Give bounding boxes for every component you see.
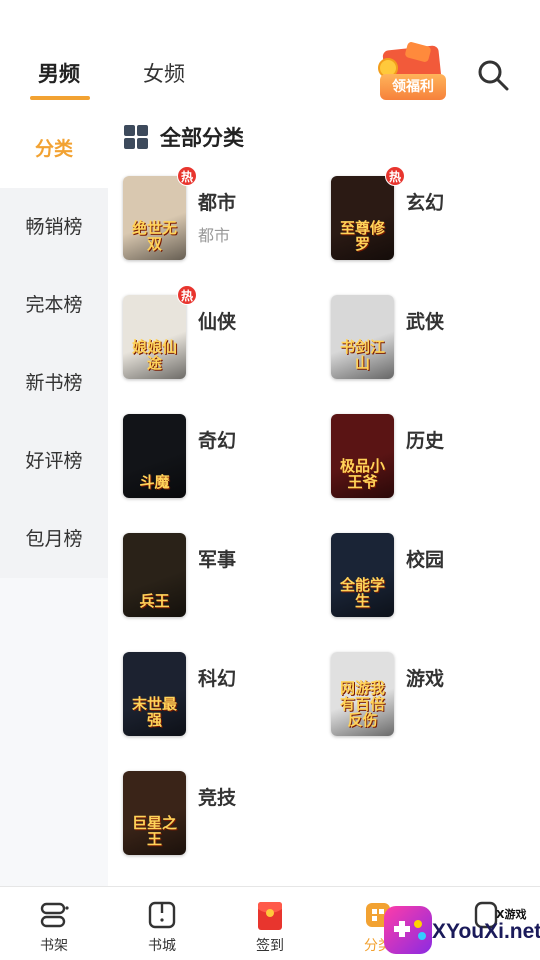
category-name: 科幻 (198, 668, 237, 690)
nav-bookshelf[interactable]: 书架 (0, 887, 108, 960)
book-cover: 末世最强 (123, 652, 186, 736)
cover-title: 书剑江山 (339, 338, 385, 372)
sidebar-item-completed[interactable]: 完本榜 (0, 266, 108, 344)
cover-title: 兵王 (139, 592, 170, 610)
cover-title: 网游我有百倍反伤 (339, 679, 385, 729)
cover-title: 巨星之王 (131, 814, 177, 848)
category-item-history[interactable]: 极品小王爷 历史 (331, 414, 531, 500)
search-icon[interactable] (476, 58, 510, 92)
nav-label: 书架 (40, 938, 68, 954)
hot-badge: 热 (177, 285, 197, 305)
section-header: 全部分类 (124, 122, 244, 152)
sidebar-item-category[interactable]: 分类 (0, 110, 108, 188)
cover-title: 极品小王爷 (339, 457, 385, 491)
category-name: 都市 (198, 192, 237, 214)
top-header: 男频 女频 领福利 (0, 0, 540, 110)
sidebar-item-monthly[interactable]: 包月榜 (0, 500, 108, 578)
category-name: 竞技 (198, 787, 237, 809)
category-item-fantasy[interactable]: 至尊修罗 热 玄幻 (331, 166, 531, 262)
red-envelope-icon (258, 902, 282, 930)
cover-title: 至尊修罗 (339, 219, 385, 253)
sidebar-item-new-books[interactable]: 新书榜 (0, 344, 108, 422)
book-cover: 网游我有百倍反伤 (331, 652, 394, 736)
nav-label: 书城 (148, 938, 176, 954)
category-name: 武侠 (406, 311, 445, 333)
bookstore-icon (148, 901, 176, 929)
category-name: 历史 (406, 430, 445, 452)
category-name: 奇幻 (198, 430, 237, 452)
category-name: 仙侠 (198, 311, 237, 333)
rank-sidebar: 分类 畅销榜 完本榜 新书榜 好评榜 包月榜 (0, 110, 108, 886)
category-name: 军事 (198, 549, 237, 571)
section-title: 全部分类 (160, 126, 244, 150)
book-cover: 巨星之王 (123, 771, 186, 855)
tab-male[interactable]: 男频 (38, 58, 80, 88)
reward-button[interactable]: 领福利 (376, 41, 448, 102)
hot-badge: 热 (177, 166, 197, 186)
cover-title: 末世最强 (131, 695, 177, 729)
hot-badge: 热 (385, 166, 405, 186)
tab-active-indicator (30, 96, 90, 100)
category-item-magic[interactable]: 斗魔 奇幻 (123, 414, 323, 500)
grid-icon (124, 125, 148, 149)
cover-title: 全能学生 (339, 576, 385, 610)
book-cover: 兵王 (123, 533, 186, 617)
reward-label: 领福利 (380, 74, 446, 100)
bookshelf-icon (40, 902, 69, 928)
category-item-game[interactable]: 网游我有百倍反伤 游戏 (331, 652, 531, 738)
sidebar-item-bestseller[interactable]: 畅销榜 (0, 188, 108, 266)
book-cover: 绝世无双 (123, 176, 186, 260)
watermark-logo: X游戏 XYouXi.net (384, 896, 540, 960)
nav-label: 签到 (256, 938, 284, 954)
category-name: 校园 (406, 549, 445, 571)
category-item-scifi[interactable]: 末世最强 科幻 (123, 652, 323, 738)
gamepad-icon (384, 906, 432, 954)
category-item-sports[interactable]: 巨星之王 竞技 (123, 771, 323, 857)
cover-title: 娘娘仙途 (131, 338, 177, 372)
nav-checkin[interactable]: 签到 (216, 887, 324, 960)
category-item-military[interactable]: 兵王 军事 (123, 533, 323, 619)
tab-female[interactable]: 女频 (143, 58, 185, 88)
book-cover: 至尊修罗 (331, 176, 394, 260)
nav-bookstore[interactable]: 书城 (108, 887, 216, 960)
category-item-urban[interactable]: 绝世无双 热 都市 都市 (123, 166, 323, 262)
cover-title: 斗魔 (139, 473, 170, 491)
book-cover: 书剑江山 (331, 295, 394, 379)
category-item-wuxia[interactable]: 书剑江山 武侠 (331, 295, 531, 381)
sidebar-item-top-rated[interactable]: 好评榜 (0, 422, 108, 500)
book-cover: 全能学生 (331, 533, 394, 617)
watermark-domain: XYouXi.net (432, 920, 540, 943)
category-subtitle: 都市 (198, 226, 231, 245)
category-item-campus[interactable]: 全能学生 校园 (331, 533, 531, 619)
book-cover: 斗魔 (123, 414, 186, 498)
category-item-xianxia[interactable]: 娘娘仙途 热 仙侠 (123, 285, 323, 381)
category-content: 全部分类 绝世无双 热 都市 都市 至尊修罗 热 玄幻 娘娘仙途 热 仙侠 书剑… (108, 110, 540, 886)
book-cover: 极品小王爷 (331, 414, 394, 498)
category-name: 玄幻 (406, 192, 445, 214)
cover-title: 绝世无双 (131, 219, 177, 253)
book-cover: 娘娘仙途 (123, 295, 186, 379)
category-name: 游戏 (406, 668, 445, 690)
